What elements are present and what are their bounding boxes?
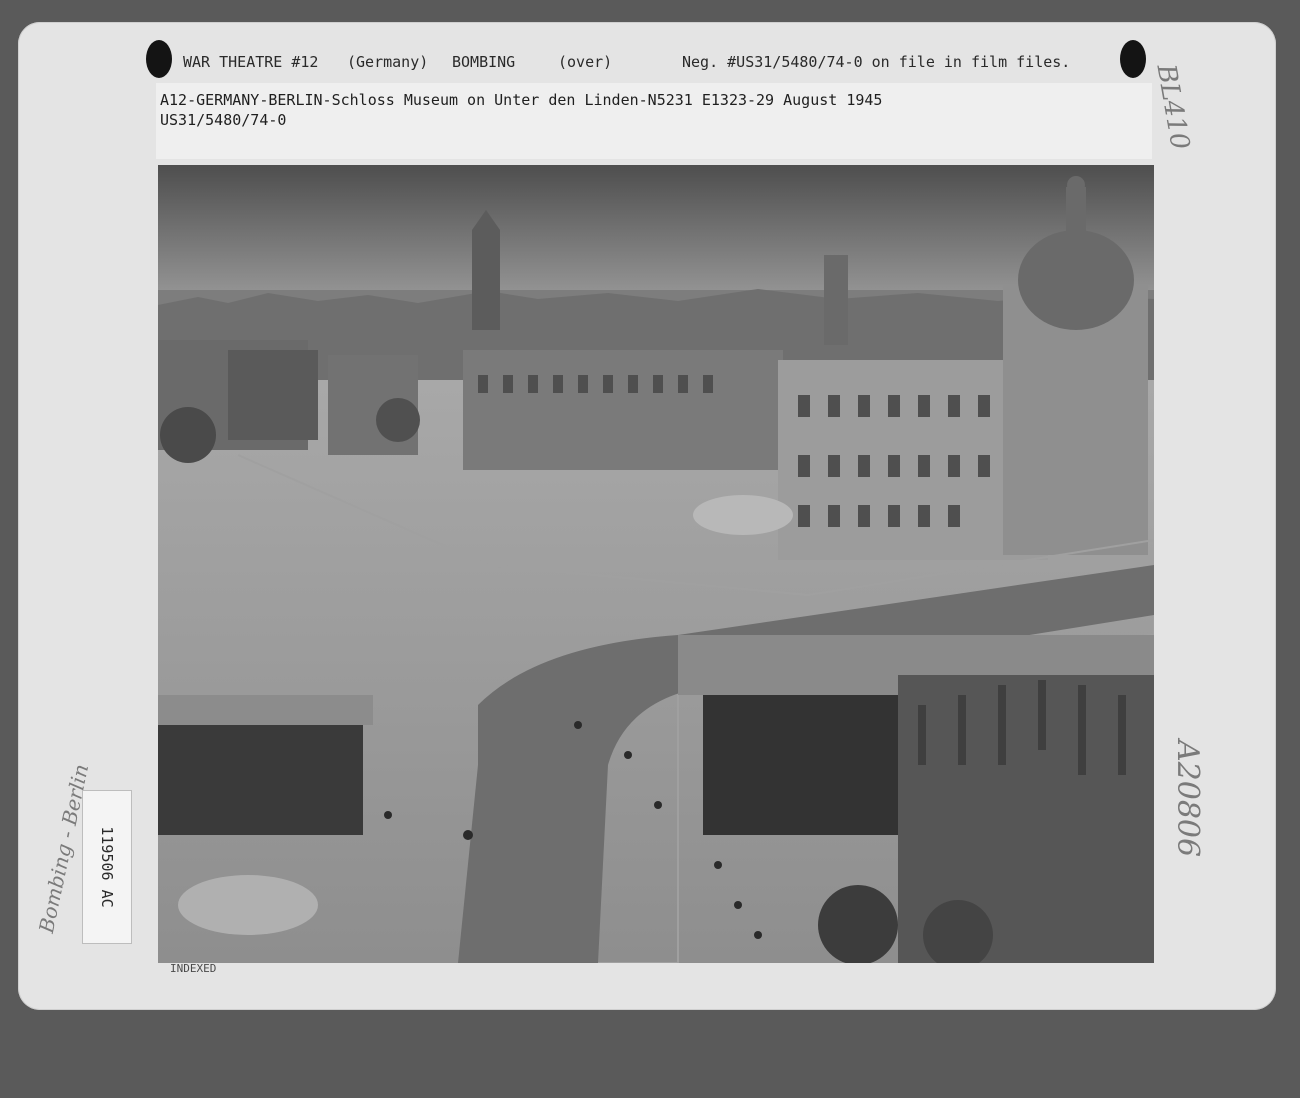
handwritten-number-right: A20806 xyxy=(1170,740,1205,858)
header-subject: BOMBING xyxy=(452,53,516,71)
header-theatre: WAR THEATRE #12 xyxy=(183,53,319,71)
archive-label: 119506 AC xyxy=(82,790,132,944)
punch-hole-icon xyxy=(146,40,172,78)
archive-label-number: 119506 AC xyxy=(98,826,116,908)
header-country: (Germany) xyxy=(347,53,429,71)
photo-drawing xyxy=(158,165,1154,963)
header-negative: Neg. #US31/5480/74-0 on file in film fil… xyxy=(682,53,1071,71)
caption-line-1: A12-GERMANY-BERLIN-Schloss Museum on Unt… xyxy=(160,91,883,109)
caption-strip: A12-GERMANY-BERLIN-Schloss Museum on Unt… xyxy=(156,83,1152,159)
caption-line-2: US31/5480/74-0 xyxy=(160,111,287,129)
header-over: (over) xyxy=(558,53,613,71)
indexed-stamp: INDEXED xyxy=(170,962,217,975)
aerial-city-photo-icon xyxy=(158,165,1154,963)
punch-hole-icon xyxy=(1120,40,1146,78)
